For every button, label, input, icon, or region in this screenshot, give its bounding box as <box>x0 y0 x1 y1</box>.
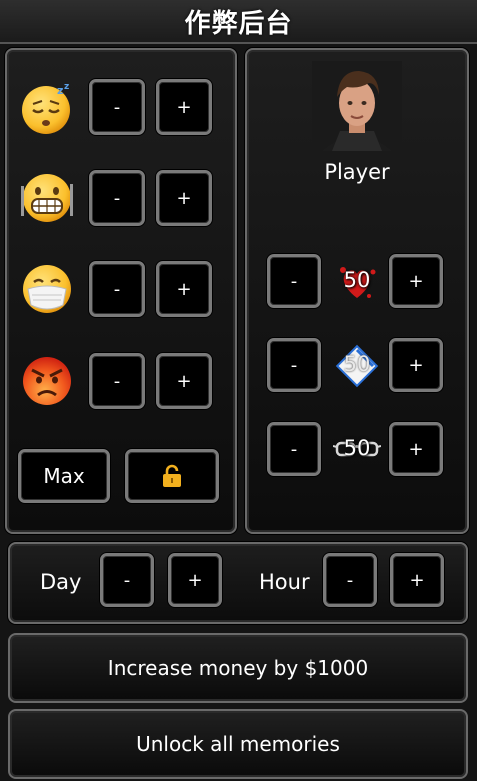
increase-money-button[interactable]: Increase money by $1000 <box>8 633 468 703</box>
hour-decrease-button[interactable]: - <box>323 553 377 607</box>
angry-face-icon <box>23 357 71 405</box>
lock-toggle-button[interactable] <box>125 449 219 503</box>
intelligence-increase-button[interactable]: + <box>389 422 443 476</box>
day-decrease-button[interactable]: - <box>100 553 154 607</box>
affection-increase-button[interactable]: + <box>389 254 443 308</box>
svg-text:z: z <box>57 84 63 97</box>
trust-value: 50 <box>343 352 371 376</box>
hunger-decrease-button[interactable]: - <box>89 170 145 226</box>
trust-decrease-button[interactable]: - <box>267 338 321 392</box>
day-increase-button[interactable]: + <box>168 553 222 607</box>
padlock-icon <box>163 464 181 487</box>
max-button[interactable]: Max <box>18 449 110 503</box>
anger-increase-button[interactable]: + <box>156 353 212 409</box>
sleep-decrease-button[interactable]: - <box>89 79 145 135</box>
intelligence-decrease-button[interactable]: - <box>267 422 321 476</box>
sick-decrease-button[interactable]: - <box>89 261 145 317</box>
svg-text:z: z <box>64 82 69 92</box>
sleep-increase-button[interactable]: + <box>156 79 212 135</box>
page-title: 作弊后台 <box>184 8 293 39</box>
unlock-memories-button[interactable]: Unlock all memories <box>8 709 468 779</box>
hour-label: Hour <box>259 570 310 594</box>
hunger-increase-button[interactable]: + <box>156 170 212 226</box>
day-label: Day <box>40 570 82 594</box>
trust-increase-button[interactable]: + <box>389 338 443 392</box>
anger-decrease-button[interactable]: - <box>89 353 145 409</box>
sick-increase-button[interactable]: + <box>156 261 212 317</box>
hour-increase-button[interactable]: + <box>390 553 444 607</box>
player-name: Player <box>324 160 390 184</box>
title-bar: 作弊后台 <box>0 0 477 44</box>
sleepy-face-icon: z z <box>22 82 70 134</box>
intelligence-value: 50 <box>343 436 371 460</box>
affection-decrease-button[interactable]: - <box>267 254 321 308</box>
affection-value: 50 <box>343 268 371 292</box>
hungry-face-icon <box>21 174 73 222</box>
sick-mask-face-icon <box>23 265 71 313</box>
player-portrait <box>312 61 402 151</box>
